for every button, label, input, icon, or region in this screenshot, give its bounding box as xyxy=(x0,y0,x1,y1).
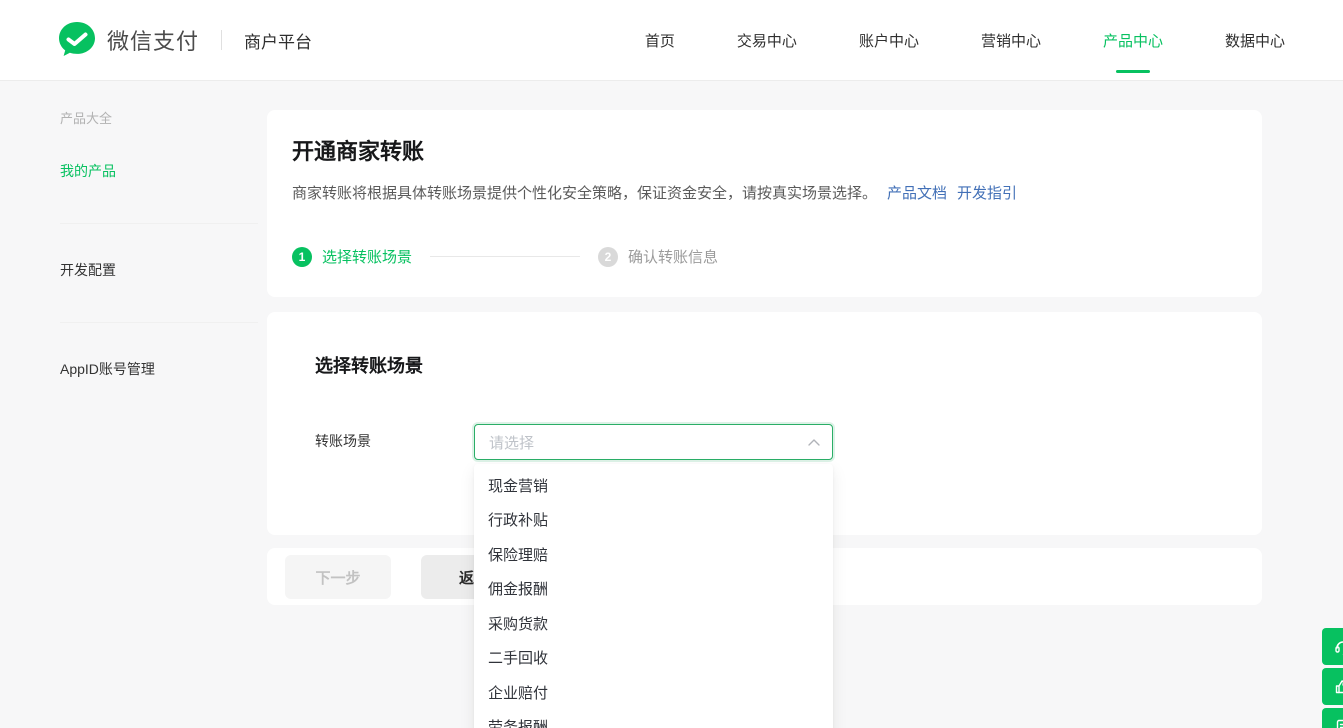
dev-guide-link[interactable]: 开发指引 xyxy=(957,185,1017,202)
step-1-label: 选择转账场景 xyxy=(322,246,412,267)
intro-card: 开通商家转账 商家转账将根据具体转账场景提供个性化安全策略，保证资金安全，请按真… xyxy=(267,110,1262,297)
customer-service-tab[interactable] xyxy=(1322,628,1343,665)
sidebar-item-appid-management[interactable]: AppID账号管理 xyxy=(60,359,258,379)
dropdown-option-secondhand-recycle[interactable]: 二手回收 xyxy=(474,641,833,676)
dropdown-option-admin-subsidy[interactable]: 行政补贴 xyxy=(474,503,833,538)
form-heading: 选择转账场景 xyxy=(315,352,423,378)
step-1-circle: 1 xyxy=(292,247,312,267)
step-indicator: 1 选择转账场景 2 确认转账信息 xyxy=(292,246,718,267)
headset-icon xyxy=(1334,638,1343,656)
nav-item-marketing-center[interactable]: 营销中心 xyxy=(981,0,1041,81)
nav-item-data-center[interactable]: 数据中心 xyxy=(1225,0,1285,81)
chevron-up-icon xyxy=(808,438,820,446)
dropdown-option-procurement[interactable]: 采购货款 xyxy=(474,606,833,641)
brand-name: 微信支付 xyxy=(107,24,199,56)
sidebar-item-my-products[interactable]: 我的产品 xyxy=(60,161,258,181)
dropdown-option-labor-remuneration[interactable]: 劳务报酬 xyxy=(474,710,833,728)
product-docs-link[interactable]: 产品文档 xyxy=(887,185,947,202)
step-2-label: 确认转账信息 xyxy=(628,246,718,267)
feedback-tab[interactable] xyxy=(1322,668,1343,705)
transfer-scene-select[interactable]: 请选择 xyxy=(474,424,833,460)
sidebar-divider xyxy=(60,322,258,323)
thumbs-up-icon xyxy=(1334,678,1343,696)
transfer-scene-dropdown: 现金营销 行政补贴 保险理赔 佣金报酬 采购货款 二手回收 企业赔付 劳务报酬 xyxy=(474,464,833,728)
nav-item-account-center[interactable]: 账户中心 xyxy=(859,0,919,81)
nav-item-home[interactable]: 首页 xyxy=(645,0,675,81)
select-placeholder: 请选择 xyxy=(489,432,534,453)
dropdown-option-cash-marketing[interactable]: 现金营销 xyxy=(474,468,833,503)
step-2-circle: 2 xyxy=(598,247,618,267)
dropdown-option-commission[interactable]: 佣金报酬 xyxy=(474,572,833,607)
step-connector-line xyxy=(430,256,580,257)
sidebar-section-products: 产品大全 xyxy=(60,108,258,127)
survey-tab[interactable] xyxy=(1322,708,1343,728)
brand-divider xyxy=(221,30,222,50)
platform-name: 商户平台 xyxy=(244,28,312,53)
transfer-scene-label: 转账场景 xyxy=(315,431,371,451)
nav-item-transaction-center[interactable]: 交易中心 xyxy=(737,0,797,81)
top-header: 微信支付 商户平台 首页 交易中心 账户中心 营销中心 产品中心 数据中心 xyxy=(0,0,1343,81)
document-icon xyxy=(1334,718,1343,728)
main-nav: 首页 交易中心 账户中心 营销中心 产品中心 数据中心 xyxy=(645,0,1285,81)
sidebar-item-dev-config[interactable]: 开发配置 xyxy=(60,260,258,280)
page-description: 商家转账将根据具体转账场景提供个性化安全策略，保证资金安全，请按真实场景选择。产… xyxy=(292,183,1232,205)
description-text: 商家转账将根据具体转账场景提供个性化安全策略，保证资金安全，请按真实场景选择。 xyxy=(292,185,877,202)
brand-group: 微信支付 商户平台 xyxy=(0,20,312,60)
next-step-button[interactable]: 下一步 xyxy=(285,555,391,599)
nav-item-product-center[interactable]: 产品中心 xyxy=(1103,0,1163,81)
dropdown-option-enterprise-compensation[interactable]: 企业赔付 xyxy=(474,675,833,710)
sidebar-divider xyxy=(60,223,258,224)
page-title: 开通商家转账 xyxy=(292,134,424,166)
dropdown-option-insurance-claim[interactable]: 保险理赔 xyxy=(474,537,833,572)
sidebar: 产品大全 我的产品 开发配置 AppID账号管理 xyxy=(60,100,258,379)
floating-side-tabs xyxy=(1322,628,1343,728)
wechat-pay-logo-icon xyxy=(57,20,97,60)
